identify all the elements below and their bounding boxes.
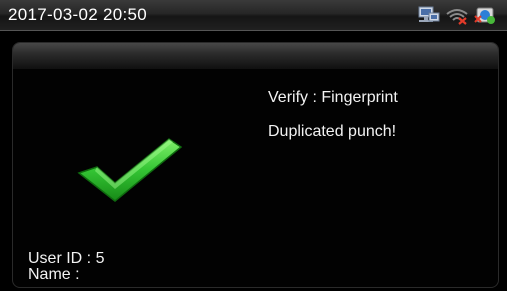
- status-icons: [417, 4, 499, 26]
- panel-header: [13, 43, 498, 69]
- result-message: Duplicated punch!: [268, 123, 397, 140]
- user-name-label: Name :: [28, 266, 80, 283]
- status-bar: 2017-03-02 20:50: [0, 0, 507, 31]
- user-info: User ID : 5 Name :: [28, 251, 104, 283]
- datetime: 2017-03-02 20:50: [8, 5, 148, 24]
- server-status-icon: [474, 7, 495, 24]
- wifi-disconnected-icon: [446, 9, 468, 25]
- verify-method-label: Verify : Fingerprint: [268, 89, 398, 106]
- green-checkmark-icon: [77, 138, 183, 202]
- user-id-label: User ID : 5: [28, 250, 105, 267]
- verification-panel: Verify : Fingerprint Duplicated punch! U…: [12, 42, 499, 288]
- network-icon: [418, 6, 440, 22]
